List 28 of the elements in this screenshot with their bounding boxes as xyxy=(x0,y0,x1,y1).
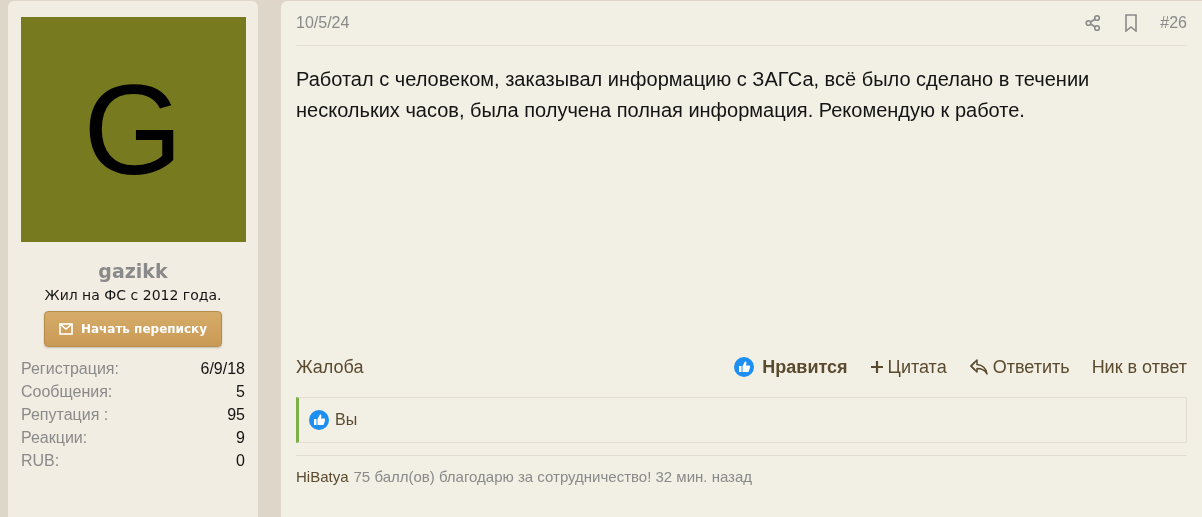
reputation-user-link[interactable]: HiBatya xyxy=(296,468,349,485)
bookmark-icon[interactable] xyxy=(1124,14,1139,32)
stat-label: Регистрация: xyxy=(21,360,120,378)
reply-link[interactable]: Ответить xyxy=(968,356,1070,378)
stat-value: 6/9/18 xyxy=(200,360,245,378)
thumbs-up-icon xyxy=(734,357,755,377)
reaction-users-link[interactable]: Вы xyxy=(335,411,358,429)
stat-label: Реакции: xyxy=(21,429,89,447)
stat-value: 9 xyxy=(235,429,245,447)
plus-icon xyxy=(869,360,884,374)
thumbs-up-icon xyxy=(309,410,329,430)
user-title: Жил на ФС с 2012 года. xyxy=(44,287,222,303)
stat-label: Сообщения: xyxy=(21,383,114,401)
reply-arrow-icon xyxy=(968,358,989,376)
stat-value: 95 xyxy=(226,406,245,424)
stat-label: RUB: xyxy=(21,452,61,470)
avatar[interactable]: G xyxy=(20,17,246,242)
nick-link[interactable]: Ник в ответ xyxy=(1091,356,1187,378)
report-link[interactable]: Жалоба xyxy=(296,356,364,378)
envelope-icon xyxy=(58,323,73,335)
share-icon[interactable] xyxy=(1084,14,1103,32)
post-text: Работал с человеком, заказывал информацию с ЗАГСа, всё было сделано в течении нескольких часов, была получена полная информация. Рекомендую к работе. xyxy=(296,67,1091,123)
like-link[interactable]: Нравится xyxy=(734,356,848,378)
stat-value: 5 xyxy=(235,383,245,401)
quote-link[interactable]: Цитата xyxy=(869,356,947,378)
stat-value: 0 xyxy=(235,452,245,470)
reputation-text: 75 балл(ов) благодарю за сотрудничество! 32 мин. назад xyxy=(353,468,753,485)
stat-label: Репутация : xyxy=(21,406,110,424)
